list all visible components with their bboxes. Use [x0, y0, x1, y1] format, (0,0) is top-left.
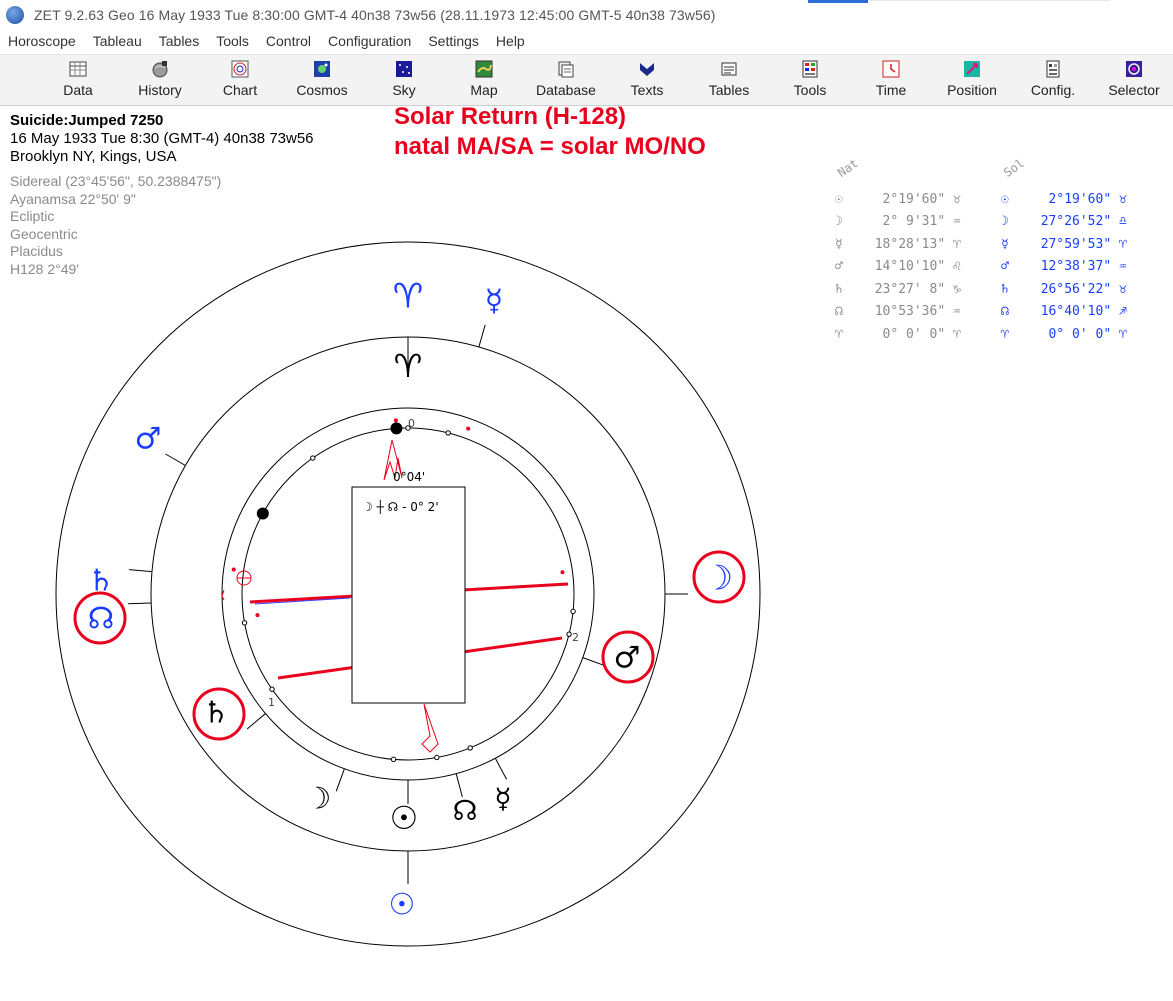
- ring-dot-h: [434, 754, 440, 761]
- mercury-nat-glyph: ☿: [494, 782, 511, 815]
- ring-dot-g: [269, 686, 275, 692]
- moon-nat-tick: [335, 768, 345, 792]
- sun-sol-glyph: ☉: [389, 888, 416, 923]
- black-point-top: [390, 422, 403, 435]
- mars-nat-glyph: ♂: [614, 641, 641, 676]
- node-nat-glyph: ☊: [453, 794, 478, 827]
- aries-sol-glyph: ♈: [393, 277, 423, 317]
- red-dot: [466, 426, 471, 431]
- mercury-nat-tick: [494, 757, 508, 780]
- ring-dot-c: [310, 455, 316, 461]
- sun-nat-glyph: ☉: [390, 799, 419, 837]
- red-dot: [560, 570, 565, 575]
- saturn-nat-glyph: ♄: [203, 696, 230, 731]
- black-point-left: [256, 507, 269, 520]
- ring-dot-j: [467, 745, 473, 751]
- aries-nat-glyph: ♈: [394, 347, 423, 385]
- mercury-sol-glyph: ☿: [485, 284, 503, 319]
- moon-nat-glyph: ☽: [305, 782, 332, 817]
- mars-sol-tick: [165, 453, 186, 466]
- moon-sol-glyph: ☽: [703, 559, 733, 599]
- house-number-label: 2: [572, 631, 579, 644]
- red-dot: [255, 613, 260, 618]
- node-sol-glyph: ☊: [88, 602, 115, 637]
- node-sol-tick: [128, 602, 152, 605]
- midpoint-box-text: ☽ ┼ ☊ - 0° 2': [362, 499, 439, 514]
- ring-dot-i: [390, 756, 397, 763]
- mercury-sol-tick: [478, 324, 486, 348]
- red-dot: [231, 567, 236, 572]
- saturn-nat-tick: [246, 713, 266, 730]
- red-pointer-bottom: [421, 703, 439, 753]
- midpoint-box: [351, 486, 466, 704]
- mars-sol-glyph: ♂: [135, 422, 162, 457]
- ring-dot-e: [570, 608, 576, 615]
- red-dot: [393, 418, 398, 423]
- pointer-label: 0°04': [393, 470, 425, 484]
- house-number-label: 1: [268, 696, 275, 709]
- ring-dot-d: [241, 620, 248, 626]
- ring-dot-f: [566, 631, 572, 637]
- ring-dot-b: [445, 430, 451, 436]
- bi-wheel-chart: ☽ ┼ ☊ - 0° 2'0°04'021♈ ☿♂♄☊☽☉♈♂♄☽ ☉ ☊ ☿: [55, 241, 761, 947]
- house-number-label: 0: [408, 417, 415, 430]
- saturn-sol-tick: [129, 569, 153, 573]
